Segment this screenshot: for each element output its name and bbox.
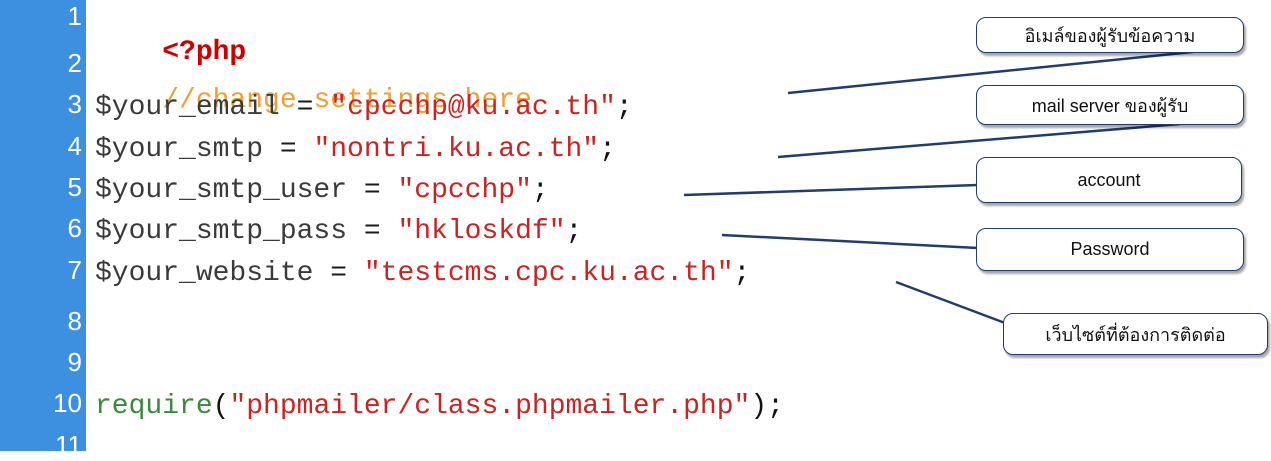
connector-lines <box>683 46 1233 325</box>
callout-password: Password <box>976 228 1244 271</box>
connector-line-account <box>683 183 979 197</box>
connector-line-smtp <box>777 122 1181 159</box>
callout-account: account <box>976 157 1242 203</box>
callout-website: เว็บไซต์ที่ต้องการติดต่อ <box>1003 313 1268 355</box>
callout-smtp: mail server ของผู้รับ <box>976 85 1244 125</box>
connector-line-website <box>895 280 1006 325</box>
callout-email: อิเมล์ของผู้รับข้อความ <box>976 17 1244 53</box>
connector-line-password <box>721 233 979 250</box>
